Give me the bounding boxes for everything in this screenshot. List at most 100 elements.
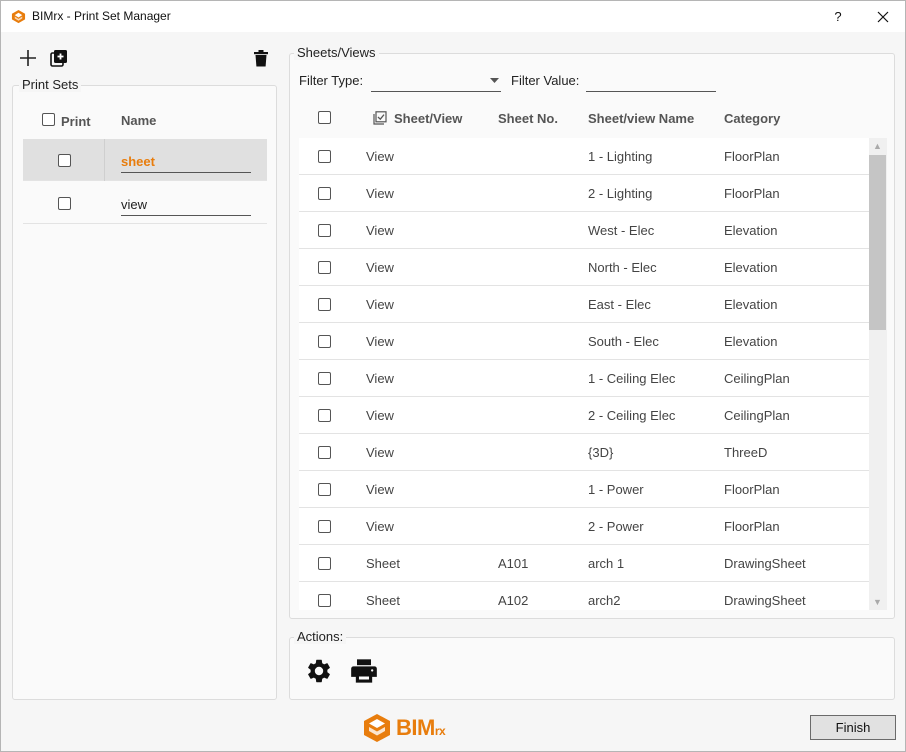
filter-type-dropdown[interactable] [371,71,501,92]
sheet-number-column-header[interactable]: Sheet No. [498,111,558,126]
delete-print-set-button[interactable] [250,47,272,69]
select-all-sheets-checkbox[interactable] [318,111,331,124]
sheet-row-checkbox[interactable] [318,224,331,237]
sheet-row[interactable]: Sheet A101 arch 1 DrawingSheet [299,545,869,582]
sheet-type-cell: View [366,519,394,534]
sheet-number-cell: A101 [498,556,529,571]
sheet-row-checkbox[interactable] [318,372,331,385]
sheet-category-cell: Elevation [724,297,778,312]
sheets-table-header: Sheet/View Sheet No. Sheet/view Name Cat… [299,98,887,138]
sheet-type-cell: View [366,371,394,386]
sheet-category-cell: Elevation [724,223,778,238]
bimrx-logo-icon [364,714,390,742]
settings-button[interactable] [304,656,334,686]
print-set-toolbar [1,41,286,75]
sheet-row[interactable]: View East - Elec Elevation [299,286,869,323]
sheet-row[interactable]: View 2 - Power FloorPlan [299,508,869,545]
sheet-name-cell: 2 - Lighting [588,186,653,201]
sheet-row[interactable]: View 2 - Lighting FloorPlan [299,175,869,212]
sheet-category-cell: CeilingPlan [724,371,790,386]
sheets-table-body: View 1 - Lighting FloorPlan View 2 - Lightin… [299,138,869,610]
duplicate-print-set-button[interactable] [48,47,70,69]
print-set-row[interactable]: view [23,182,267,224]
plus-icon [20,50,36,66]
sheet-category-cell: CeilingPlan [724,408,790,423]
sheet-row[interactable]: View 1 - Power FloorPlan [299,471,869,508]
sheet-row[interactable]: View 1 - Lighting FloorPlan [299,138,869,175]
sheet-type-cell: Sheet [366,593,400,608]
sheet-row[interactable]: View 1 - Ceiling Elec CeilingPlan [299,360,869,397]
sheet-row[interactable]: View North - Elec Elevation [299,249,869,286]
sheet-row-checkbox[interactable] [318,298,331,311]
scroll-down-arrow-icon[interactable]: ▼ [869,594,886,610]
sheet-name-cell: West - Elec [588,223,655,238]
sheet-name-cell: arch2 [588,593,621,608]
title-bar: BIMrx - Print Set Manager ? [1,1,905,32]
filter-type-label: Filter Type: [299,73,364,88]
select-all-print-sets-checkbox[interactable] [42,113,55,126]
logo-main-text: BIM [396,715,435,740]
sheet-view-column-header[interactable]: Sheet/View [394,111,462,126]
sheet-type-cell: View [366,408,394,423]
printer-icon [351,659,377,683]
sheet-row-checkbox[interactable] [318,187,331,200]
print-set-checkbox[interactable] [58,197,71,210]
category-column-header[interactable]: Category [724,111,780,126]
sheets-scrollbar[interactable]: ▲ ▼ [869,138,887,610]
sheet-row-checkbox[interactable] [318,594,331,607]
sheet-row-checkbox[interactable] [318,335,331,348]
sheet-type-cell: View [366,297,394,312]
sheet-type-cell: View [366,334,394,349]
print-set-row[interactable]: sheet [23,139,267,181]
print-button[interactable] [349,656,379,686]
duplicate-icon [50,50,67,67]
sheet-row[interactable]: View West - Elec Elevation [299,212,869,249]
sheet-category-cell: ThreeD [724,445,768,460]
sheet-row[interactable]: View 2 - Ceiling Elec CeilingPlan [299,397,869,434]
actions-label: Actions: [294,629,347,644]
sheet-type-cell: View [366,186,394,201]
print-set-name-input[interactable]: view [121,194,251,216]
logo-suffix-text: rx [434,724,446,738]
sheet-row-checkbox[interactable] [318,409,331,422]
sheet-row[interactable]: View {3D} ThreeD [299,434,869,471]
sheet-row[interactable]: View South - Elec Elevation [299,323,869,360]
print-sets-label: Print Sets [19,77,82,92]
scroll-up-arrow-icon[interactable]: ▲ [869,138,886,154]
print-set-checkbox[interactable] [58,154,71,167]
sheet-row-checkbox[interactable] [318,261,331,274]
actions-group: Actions: [289,629,895,700]
sheet-category-cell: FloorPlan [724,186,780,201]
sheet-type-cell: Sheet [366,556,400,571]
sheet-row-checkbox[interactable] [318,557,331,570]
name-column-header: Name [121,113,157,128]
check-list-icon [373,111,387,125]
filter-value-input[interactable] [586,71,716,92]
finish-button[interactable]: Finish [810,715,896,740]
print-set-name-input[interactable]: sheet [121,151,251,173]
sheet-number-cell: A102 [498,593,529,608]
sheet-name-cell: arch 1 [588,556,625,571]
sheet-category-cell: Elevation [724,334,778,349]
print-column-header: Print [61,114,91,129]
sheet-row[interactable]: Sheet A102 arch2 DrawingSheet [299,582,869,610]
sheet-name-cell: 1 - Lighting [588,149,653,164]
sheet-name-cell: 1 - Power [588,482,644,497]
sheets-views-label: Sheets/Views [294,45,379,60]
gear-icon [308,659,330,683]
scroll-thumb[interactable] [869,155,886,330]
sheet-row-checkbox[interactable] [318,150,331,163]
sheet-row-checkbox[interactable] [318,446,331,459]
sheet-view-name-column-header[interactable]: Sheet/view Name [588,111,694,126]
help-button[interactable]: ? [821,1,855,32]
sheet-category-cell: DrawingSheet [724,593,806,608]
add-print-set-button[interactable] [17,47,39,69]
sheet-row-checkbox[interactable] [318,483,331,496]
close-button[interactable] [863,1,903,32]
sheet-category-cell: Elevation [724,260,778,275]
sheet-category-cell: DrawingSheet [724,556,806,571]
bimrx-logo-icon [11,9,26,24]
sheet-row-checkbox[interactable] [318,520,331,533]
print-set-manager-window: BIMrx - Print Set Manager ? Print Sets P… [0,0,906,752]
print-sets-group: Print Sets Print Name sheet view [12,77,277,700]
